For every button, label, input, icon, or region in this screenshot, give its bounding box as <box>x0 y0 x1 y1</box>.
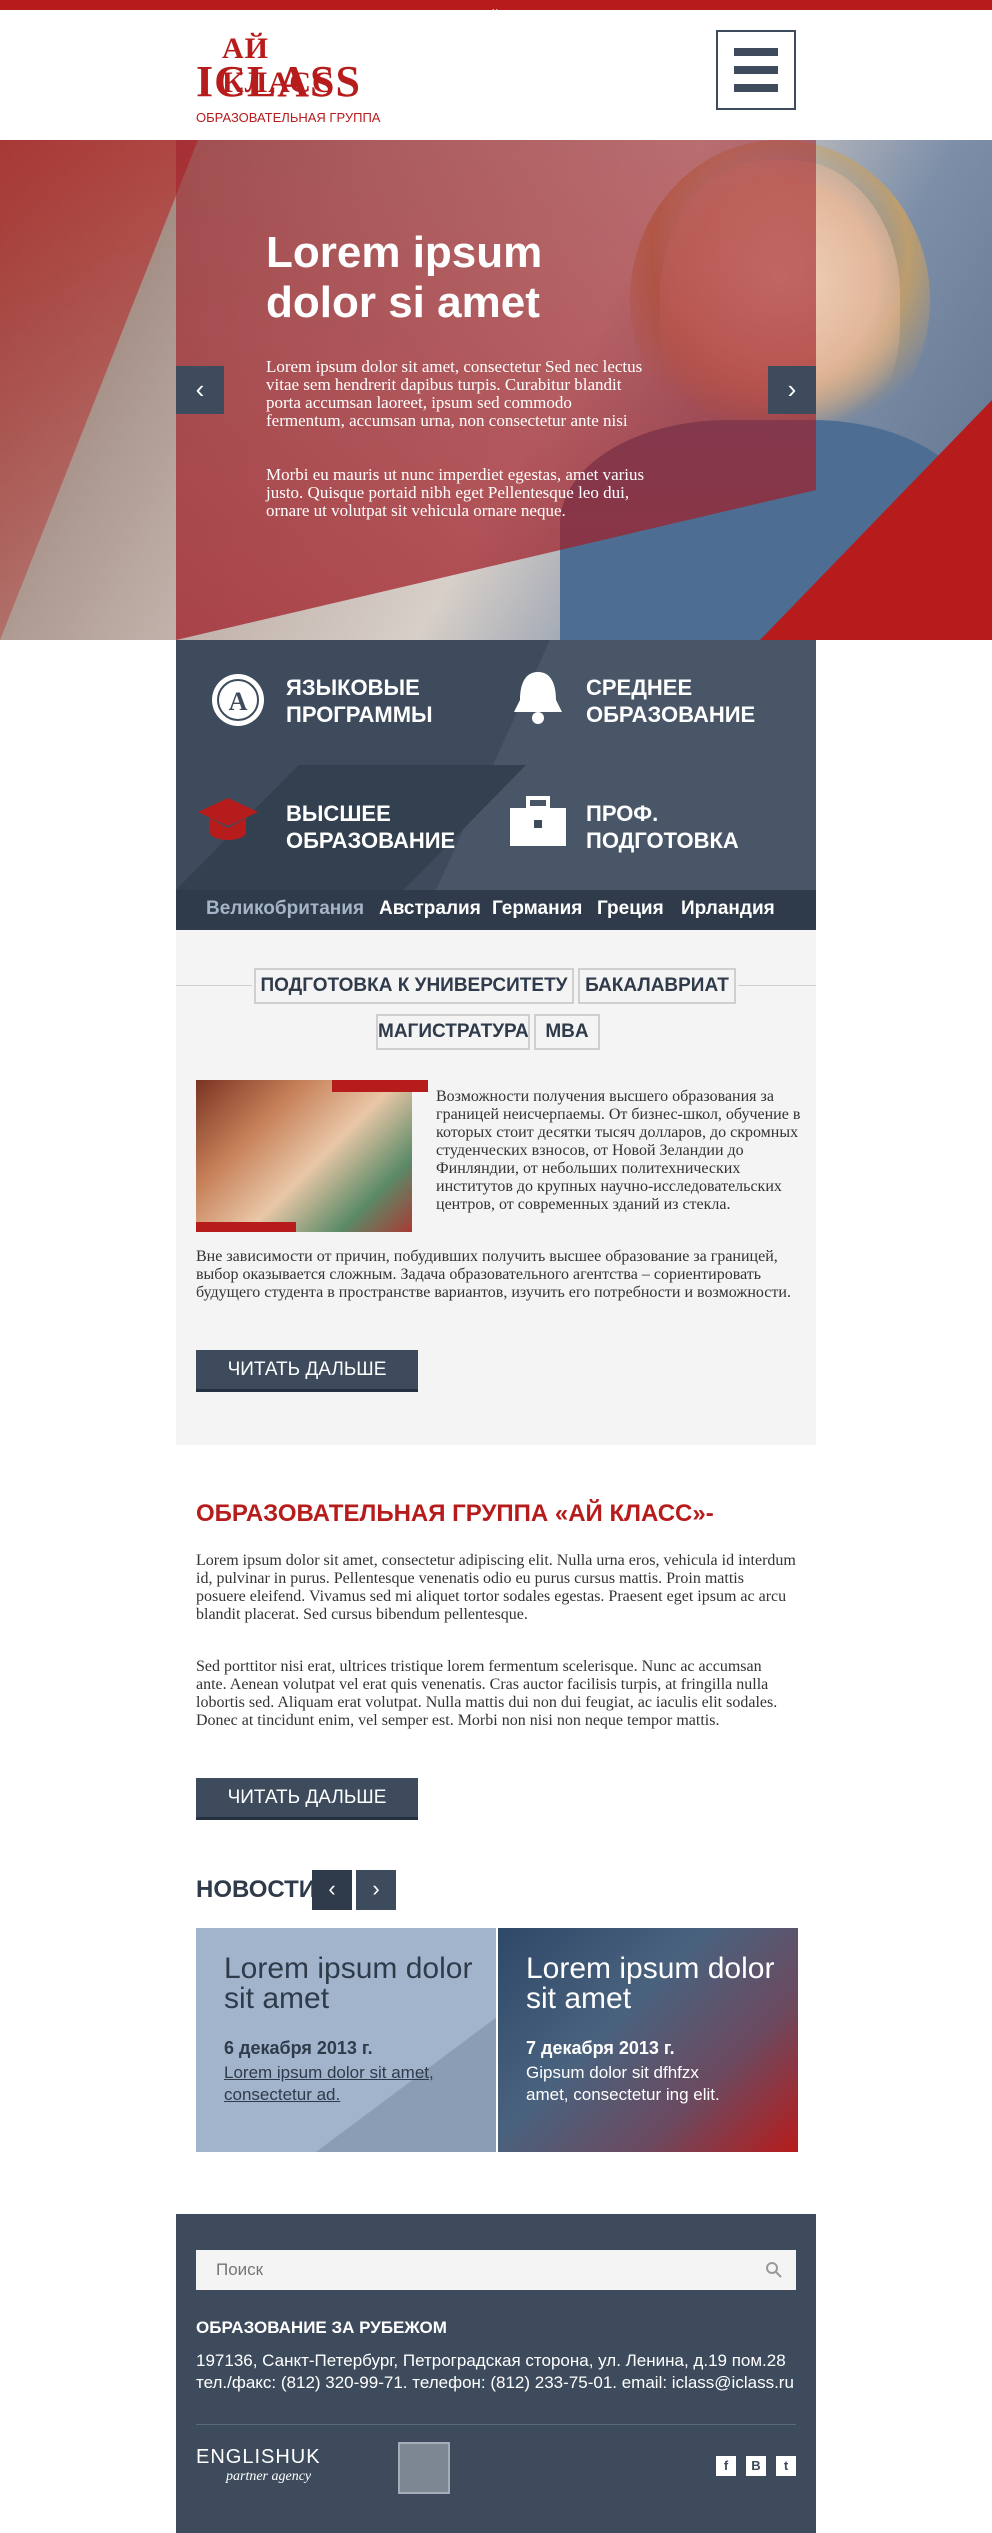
news-card[interactable]: Lorem ipsum dolor sit amet 6 декабря 201… <box>196 1928 496 2152</box>
globe-icon: А <box>212 674 264 726</box>
program-higher[interactable]: ВЫСШЕЕ ОБРАЗОВАНИЕ <box>286 800 455 854</box>
group-text: Sed porttitor nisi erat, ultrices tristi… <box>196 1658 778 1729</box>
read-more-button[interactable]: ЧИТАТЬ ДАЛЬШЕ <box>196 1350 418 1392</box>
slider-prev-button[interactable]: ‹ <box>176 366 224 414</box>
student-photo <box>196 1080 412 1232</box>
search-box <box>196 2250 796 2290</box>
news-next-button[interactable]: › <box>356 1870 396 1910</box>
hero-text: Lorem ipsum dolor sit amet, consectetur … <box>266 357 643 430</box>
bell-icon <box>514 672 562 724</box>
tag-mba[interactable]: MBA <box>534 1014 600 1050</box>
news-heading: НОВОСТИ <box>196 1876 317 1903</box>
country-tabs: Великобритания Австралия Германия Греция… <box>176 890 816 930</box>
news-card-title: Lorem ipsum dolor sit amet <box>526 1952 775 2015</box>
news-card-link[interactable]: Lorem ipsum dolor sit amet, consectetur … <box>224 2062 444 2106</box>
hero-text: Morbi eu mauris ut nunc imperdiet egesta… <box>266 465 645 520</box>
vkontakte-icon[interactable]: B <box>746 2456 766 2476</box>
program-secondary[interactable]: СРЕДНЕЕ ОБРАЗОВАНИЕ <box>586 674 755 728</box>
programs-grid: А ЯЗЫКОВЫЕ ПРОГРАММЫ СРЕДНЕЕ ОБРАЗОВАНИЕ… <box>176 640 816 890</box>
chevron-left-icon: ‹ <box>328 1876 336 1901</box>
footer-address: 197136, Санкт-Петербург, Петроградская с… <box>196 2351 794 2392</box>
news-card-date: 7 декабря 2013 г. <box>526 2038 675 2058</box>
menu-button[interactable] <box>716 30 796 110</box>
logo-text-en: ICLASS <box>196 57 361 106</box>
program-languages[interactable]: ЯЗЫКОВЫЕ ПРОГРАММЫ <box>286 674 433 728</box>
chevron-left-icon: ‹ <box>195 374 205 404</box>
group-text: Lorem ipsum dolor sit amet, consectetur … <box>196 1552 796 1623</box>
hamburger-icon <box>734 48 778 56</box>
footer: ОБРАЗОВАНИЕ ЗА РУБЕЖОМ 197136, Санкт-Пет… <box>176 2214 816 2533</box>
tab-ireland[interactable]: Ирландия <box>681 898 775 920</box>
program-professional[interactable]: ПРОФ. ПОДГОТОВКА <box>586 800 739 854</box>
english-uk-logo[interactable]: ENGLISHUK partner agency <box>196 2446 321 2485</box>
section-title: ОБРАЗОВАТЕЛЬНАЯ ГРУППА «АЙ КЛАСС»- <box>196 1500 714 1527</box>
search-icon[interactable] <box>764 2260 784 2280</box>
hero-title: Lorem ipsum dolor si amet <box>266 228 543 327</box>
tab-uk[interactable]: Великобритания <box>206 898 364 920</box>
logo[interactable]: АЙ КЛАСС ICLASS ОБРАЗОВАТЕЛЬНАЯ ГРУППА <box>196 28 380 125</box>
logo-tagline: ОБРАЗОВАТЕЛЬНАЯ ГРУППА <box>196 110 381 125</box>
tag-master[interactable]: МАГИСТРАТУРА <box>376 1014 530 1050</box>
icef-badge-icon[interactable] <box>398 2442 450 2494</box>
hero-slider: Lorem ipsum dolor si amet Lorem ipsum do… <box>0 140 992 640</box>
slider-next-button[interactable]: › <box>768 366 816 414</box>
read-more-button[interactable]: ЧИТАТЬ ДАЛЬШЕ <box>196 1778 418 1820</box>
education-panel: ПОДГОТОВКА К УНИВЕРСИТЕТУ БАКАЛАВРИАТ МА… <box>176 930 816 1445</box>
tab-germany[interactable]: Германия <box>492 898 582 920</box>
facebook-icon[interactable]: f <box>716 2456 736 2476</box>
graduation-cap-icon <box>198 798 258 840</box>
chevron-right-icon: › <box>787 374 797 404</box>
svg-text:А: А <box>229 687 248 716</box>
chevron-right-icon: › <box>372 1876 380 1901</box>
news-card-date: 6 декабря 2013 г. <box>224 2038 373 2058</box>
tab-greece[interactable]: Греция <box>597 898 664 920</box>
twitter-icon[interactable]: t <box>776 2456 796 2476</box>
news-card[interactable]: Lorem ipsum dolor sit amet 7 декабря 201… <box>498 1928 798 2152</box>
news-card-text: Gipsum dolor sit dfhfzx amet, consectetu… <box>526 2063 720 2104</box>
header: АЙ КЛАСС ICLASS ОБРАЗОВАТЕЛЬНАЯ ГРУППА <box>0 10 992 140</box>
tag-university-prep[interactable]: ПОДГОТОВКА К УНИВЕРСИТЕТУ <box>254 968 574 1004</box>
divider <box>196 2424 796 2425</box>
tag-bachelor[interactable]: БАКАЛАВРИАТ <box>578 968 736 1004</box>
article-text: Возможности получения высшего образова­н… <box>436 1088 801 1213</box>
briefcase-icon <box>510 796 566 846</box>
news-prev-button[interactable]: ‹ <box>312 1870 352 1910</box>
article-text: Вне зависимости от причин, побудивших по… <box>196 1248 791 1301</box>
tab-australia[interactable]: Австралия <box>379 898 481 920</box>
footer-title: ОБРАЗОВАНИЕ ЗА РУБЕЖОМ <box>196 2318 447 2337</box>
news-card-title: Lorem ipsum dolor sit amet <box>224 1952 473 2015</box>
search-input[interactable] <box>196 2250 756 2290</box>
